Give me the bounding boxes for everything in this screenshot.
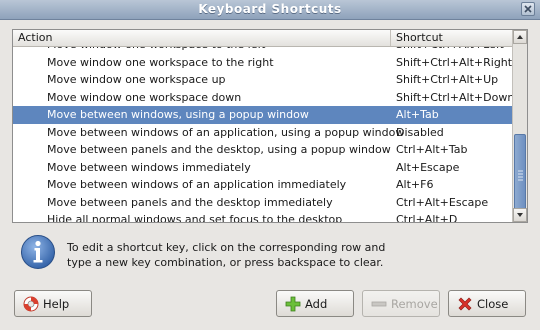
plus-icon: [285, 296, 301, 312]
add-button[interactable]: Add: [276, 290, 354, 317]
cell-action: Move window one workspace down: [47, 90, 242, 104]
info-line-2: type a new key combination, or press bac…: [67, 256, 384, 269]
cell-action: Move between windows of an application, …: [47, 125, 405, 139]
remove-button[interactable]: Remove: [362, 290, 440, 317]
cell-shortcut: Ctrl+Alt+Tab: [396, 143, 468, 156]
grip-icon: [518, 170, 523, 181]
arrow-up-icon: [517, 35, 523, 39]
cell-shortcut: Alt+F6: [396, 178, 434, 191]
cell-shortcut: Shift+Ctrl+Alt+Up: [396, 73, 499, 86]
cell-action: Move between windows immediately: [47, 160, 251, 174]
table-row[interactable]: Move between windows immediately Alt+Esca…: [13, 159, 513, 177]
minus-icon: [371, 301, 387, 307]
table-row[interactable]: Move between panels and the desktop imme…: [13, 194, 513, 212]
vertical-scrollbar[interactable]: [512, 30, 527, 222]
table-row[interactable]: Move between windows, using a popup wind…: [13, 106, 513, 124]
remove-button-label: Remove: [391, 297, 438, 311]
cell-action: Move window one workspace to the right: [47, 55, 274, 69]
table-row[interactable]: Hide all normal windows and set focus to…: [13, 211, 513, 222]
cell-shortcut: Shift+Ctrl+Alt+Right: [396, 55, 513, 69]
cell-action: Move window one workspace up: [47, 73, 226, 86]
cell-action: Move between panels and the desktop, usi…: [47, 143, 391, 156]
cell-shortcut: Ctrl+Alt+Escape: [396, 195, 489, 209]
info-text: To edit a shortcut key, click on the cor…: [67, 240, 407, 270]
cell-shortcut: Shift+Ctrl+Alt+Down: [396, 90, 513, 104]
cell-action: Hide all normal windows and set focus to…: [47, 213, 343, 222]
title-bar: Keyboard Shortcuts: [0, 0, 540, 20]
help-button[interactable]: Help: [14, 290, 92, 317]
scrollbar-thumb[interactable]: [514, 134, 526, 218]
cell-action: Move between windows, using a popup wind…: [47, 108, 309, 121]
cell-shortcut: Alt+Escape: [396, 160, 460, 174]
cell-shortcut: Ctrl+Alt+D: [396, 213, 458, 222]
window-close-button[interactable]: [521, 2, 535, 16]
shortcuts-table[interactable]: Action Shortcut Move window one workspac…: [12, 29, 528, 223]
table-row[interactable]: Move between panels and the desktop, usi…: [13, 141, 513, 159]
window-title: Keyboard Shortcuts: [198, 2, 342, 16]
column-header-action[interactable]: Action: [13, 30, 391, 46]
help-button-label: Help: [43, 297, 70, 311]
table-row[interactable]: Move window one workspace down Shift+Ctrl…: [13, 89, 513, 107]
scroll-down-button[interactable]: [513, 208, 527, 222]
table-row[interactable]: Move window one workspace to the right Sh…: [13, 54, 513, 72]
table-row[interactable]: Move between windows of an application i…: [13, 176, 513, 194]
close-button[interactable]: Close: [448, 290, 526, 317]
close-x-icon: [458, 297, 472, 311]
cell-action: Move between panels and the desktop imme…: [47, 195, 333, 209]
scroll-up-button[interactable]: [513, 30, 527, 44]
cell-shortcut: Alt+Tab: [396, 108, 439, 121]
column-header-shortcut[interactable]: Shortcut: [391, 30, 513, 46]
table-header: Action Shortcut: [13, 30, 513, 47]
table-row[interactable]: Move window one workspace up Shift+Ctrl+A…: [13, 71, 513, 89]
table-rows: Move window one workspace to the leftShi…: [13, 47, 513, 222]
close-icon: [524, 5, 532, 13]
info-icon: [21, 235, 55, 269]
add-button-label: Add: [305, 297, 328, 311]
lifebuoy-icon: [23, 296, 39, 312]
close-button-label: Close: [477, 297, 509, 311]
cell-shortcut: Disabled: [396, 125, 444, 139]
cell-action: Move between windows of an application i…: [47, 178, 347, 191]
arrow-down-icon: [517, 213, 523, 217]
info-line-1: To edit a shortcut key, click on the cor…: [67, 241, 386, 254]
table-row[interactable]: Move between windows of an application, …: [13, 124, 513, 142]
